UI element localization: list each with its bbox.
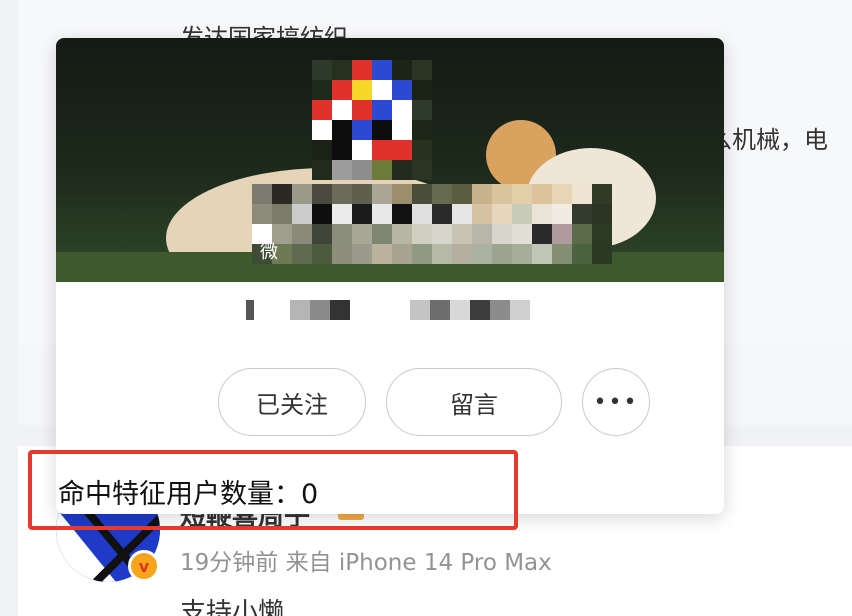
more-dots-icon[interactable]: •••: [582, 368, 650, 436]
post-body: 支持小懒: [180, 598, 285, 616]
annotation-label: 命中特征用户数量：: [58, 479, 301, 510]
annotation-count: 0: [301, 479, 319, 510]
feed-post-text-right: 么机械，电: [708, 126, 828, 154]
verified-v-icon: v: [128, 550, 160, 582]
profile-cover-image: 微: [56, 38, 724, 282]
profile-info-mosaic: [246, 300, 546, 326]
message-button[interactable]: 留言: [386, 368, 562, 436]
annotation-hit-count: 命中特征用户数量：0: [58, 472, 318, 511]
followed-button[interactable]: 已关注: [218, 368, 366, 436]
cover-weibo-tag: 微: [260, 242, 278, 263]
profile-avatar-mosaic[interactable]: [312, 60, 432, 180]
profile-popover: 微 已关注 留言 •••: [56, 38, 724, 514]
post-meta: 19分钟前 来自 iPhone 14 Pro Max: [180, 550, 552, 576]
cover-name-mosaic: [252, 184, 612, 264]
